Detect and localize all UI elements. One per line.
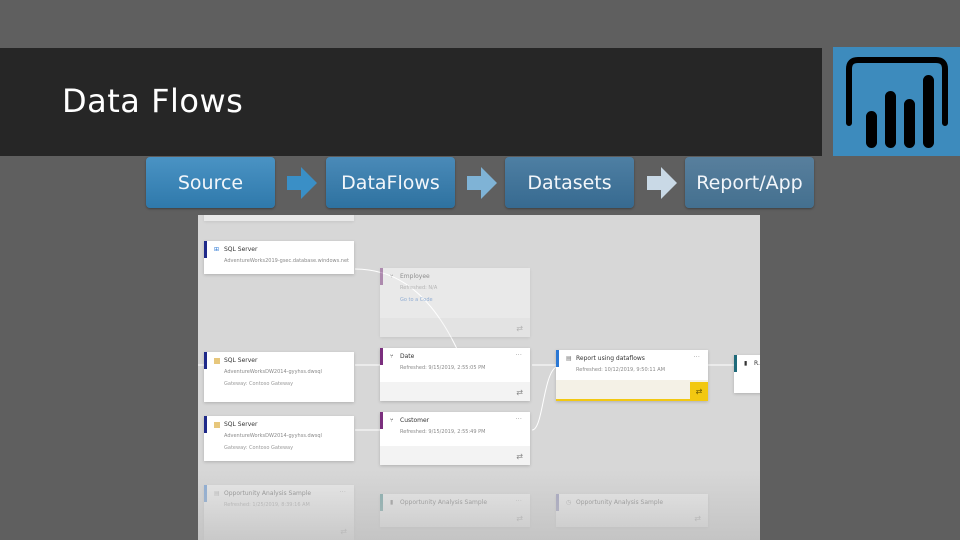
- dataflow-name: Opportunity Analysis Sample: [400, 499, 488, 506]
- card-accent: [380, 494, 383, 511]
- source-card[interactable]: [204, 215, 354, 221]
- dataflow-refreshed: Refreshed: 9/15/2019, 2:55:49 PM: [400, 429, 486, 435]
- report-icon: ▮: [390, 499, 394, 506]
- windows-icon: ⊞: [214, 246, 220, 253]
- card-accent: [556, 494, 559, 511]
- more-options-icon[interactable]: ···: [693, 353, 700, 361]
- dataset-card[interactable]: ◷ Opportunity Analysis Sample ⇄: [556, 494, 708, 527]
- title-bar: Data Flows: [0, 48, 822, 156]
- source-server: AdventureWorksDW2014-gyyhss.dwsql: [224, 433, 322, 439]
- source-server: AdventureWorksDW2014-gyyhss.dwsql: [224, 369, 322, 375]
- source-name: SQL Server: [224, 421, 258, 428]
- arrow-right-icon: [467, 167, 497, 199]
- card-accent: [556, 350, 559, 367]
- report-card[interactable]: ▮ R...: [734, 355, 760, 393]
- dataset-icon: ◷: [566, 499, 572, 506]
- dataflow-card[interactable]: ⑂ Date Refreshed: 9/15/2019, 2:55:05 PM …: [380, 348, 530, 401]
- refresh-icon[interactable]: ⇄: [516, 324, 523, 333]
- more-options-icon[interactable]: ···: [515, 415, 522, 423]
- refresh-icon[interactable]: ⇄: [516, 388, 523, 397]
- source-refreshed: Refreshed: 1/25/2019, 8:39:16 AM: [224, 502, 310, 508]
- arrow-right-icon: [647, 167, 677, 199]
- card-accent: [734, 355, 737, 372]
- more-options-icon[interactable]: ···: [515, 497, 522, 505]
- card-accent: [204, 241, 207, 258]
- dataflow-refreshed: Refreshed: N/A: [400, 285, 438, 291]
- report-bar-chart-icon: ▮: [744, 360, 748, 367]
- pipeline-steps: Source DataFlows Datasets Report/App: [0, 157, 960, 209]
- card-footer: [556, 380, 708, 401]
- dataflow-name: Customer: [400, 417, 430, 424]
- dataset-card[interactable]: ▤ Report using dataflows Refreshed: 10/1…: [556, 350, 708, 401]
- card-footer: [380, 318, 530, 337]
- step-datasets: Datasets: [505, 157, 634, 208]
- step-report-app: Report/App: [685, 157, 814, 208]
- source-card[interactable]: SQL Server AdventureWorksDW2014-gyyhss.d…: [204, 352, 354, 402]
- source-name: SQL Server: [224, 246, 258, 253]
- dataflow-icon: ⑂: [390, 273, 394, 280]
- step-source: Source: [146, 157, 275, 208]
- dataflow-card[interactable]: ▮ Opportunity Analysis Sample ··· ⇄: [380, 494, 530, 527]
- dataflow-card[interactable]: ⑂ Employee Refreshed: N/A Go to a Code ⇄: [380, 268, 530, 337]
- source-card[interactable]: SQL Server AdventureWorksDW2014-gyyhss.d…: [204, 416, 354, 461]
- card-accent: [380, 268, 383, 285]
- dataflow-link[interactable]: Go to a Code: [400, 297, 433, 303]
- database-icon: [214, 358, 220, 364]
- refresh-icon[interactable]: ⇄: [516, 452, 523, 461]
- power-bi-logo-icon: [833, 47, 960, 156]
- dataflow-refreshed: Refreshed: 9/15/2019, 2:55:05 PM: [400, 365, 486, 371]
- arrow-right-icon: [287, 167, 317, 199]
- dataset-name: Report using dataflows: [576, 355, 645, 362]
- slide-title: Data Flows: [62, 82, 244, 120]
- card-accent: [204, 352, 207, 369]
- card-accent: [204, 485, 207, 502]
- dataflow-name: Date: [400, 353, 415, 360]
- refresh-icon[interactable]: ⇄: [516, 514, 523, 523]
- source-server: AdventureWorks2019-gsec.database.windows…: [224, 258, 349, 264]
- dataflow-card[interactable]: ⑂ Customer Refreshed: 9/15/2019, 2:55:49…: [380, 412, 530, 465]
- refresh-icon[interactable]: ⇄: [694, 514, 701, 523]
- dataset-icon: ▤: [214, 490, 220, 497]
- source-card[interactable]: ▤ Opportunity Analysis Sample Refreshed:…: [204, 485, 354, 540]
- dataflow-name: Employee: [400, 273, 430, 280]
- card-accent: [380, 348, 383, 365]
- dataset-name: Opportunity Analysis Sample: [576, 499, 664, 506]
- more-options-icon[interactable]: ···: [339, 488, 346, 496]
- source-card[interactable]: ⊞ SQL Server AdventureWorks2019-gsec.dat…: [204, 241, 354, 274]
- database-icon: [214, 422, 220, 428]
- refresh-icon[interactable]: ⇄: [340, 527, 347, 536]
- source-gateway: Gateway: Contoso Gateway: [224, 445, 294, 451]
- more-options-icon[interactable]: ···: [515, 351, 522, 359]
- source-name: SQL Server: [224, 357, 258, 364]
- refresh-icon[interactable]: ⇄: [690, 382, 708, 401]
- dataflow-icon: ⑂: [390, 353, 394, 360]
- dataset-icon: ▤: [566, 355, 572, 362]
- card-footer: [380, 382, 530, 401]
- source-name: Opportunity Analysis Sample: [224, 490, 312, 497]
- card-accent: [380, 412, 383, 429]
- dataset-refreshed: Refreshed: 10/12/2019, 9:50:11 AM: [576, 367, 666, 373]
- card-footer: [380, 446, 530, 465]
- card-accent: [204, 416, 207, 433]
- lineage-view-screenshot: ⊞ SQL Server AdventureWorks2019-gsec.dat…: [198, 215, 760, 540]
- source-gateway: Gateway: Contoso Gateway: [224, 381, 294, 387]
- report-name: R...: [754, 360, 760, 367]
- step-dataflows: DataFlows: [326, 157, 455, 208]
- dataflow-icon: ⑂: [390, 417, 394, 424]
